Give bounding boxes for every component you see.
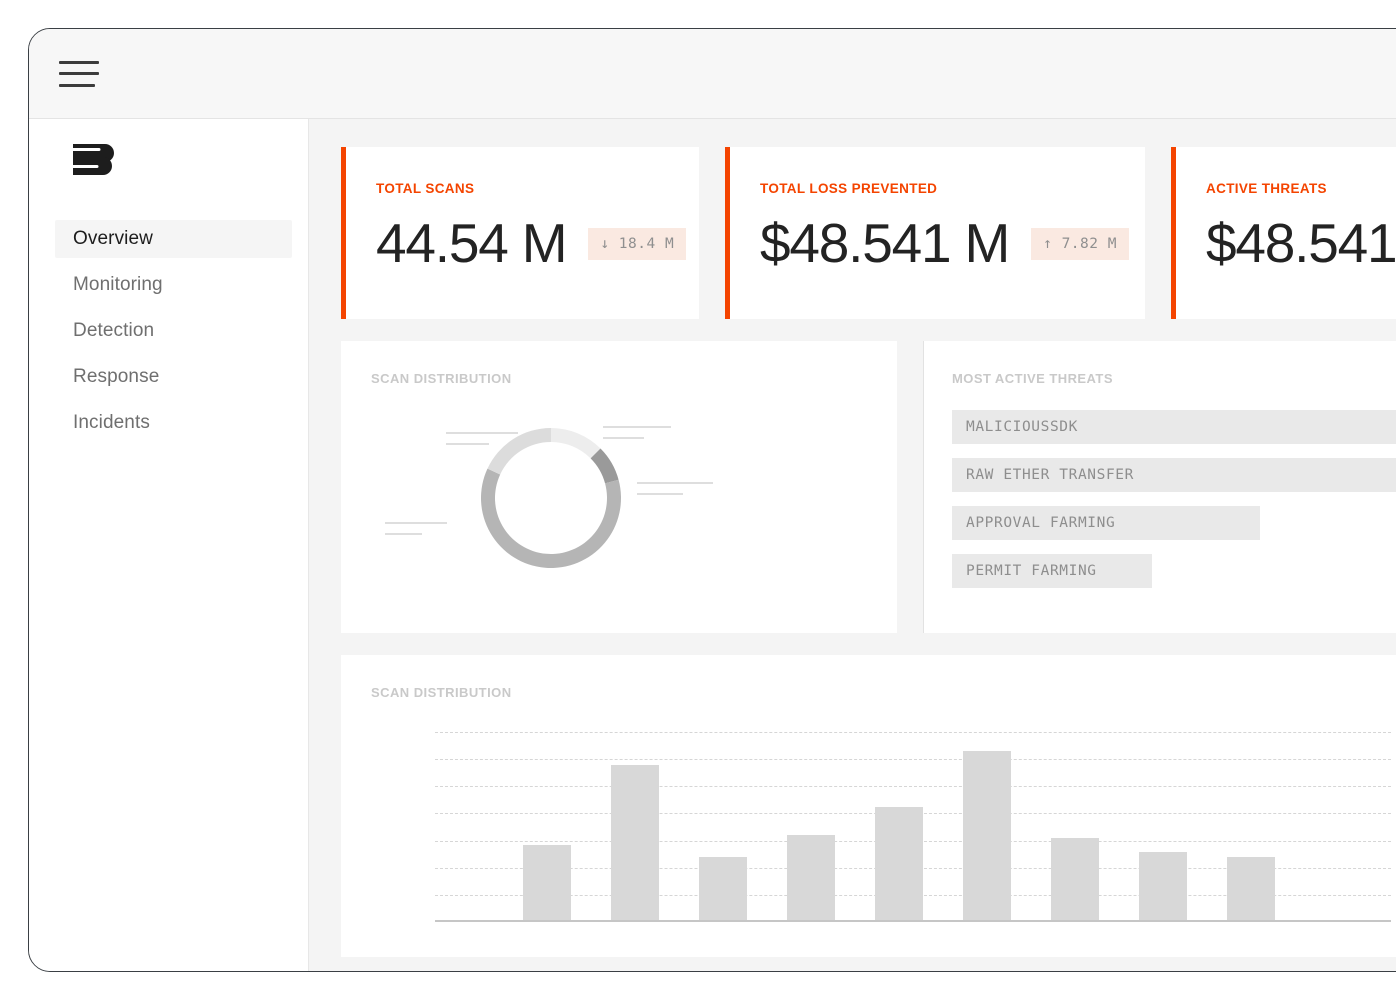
kpi-delta-badge: ↓ 18.4 M [588, 228, 686, 260]
skeleton-line [385, 533, 422, 535]
app-window: Overview Monitoring Detection Response I… [28, 28, 1396, 972]
hamburger-icon[interactable] [59, 61, 99, 87]
sidebar-item-label: Response [73, 366, 159, 388]
sidebar-item-overview[interactable]: Overview [55, 220, 292, 258]
bar[interactable] [963, 751, 1011, 920]
donut-chart [371, 410, 881, 626]
threat-label: PERMIT FARMING [966, 563, 1097, 579]
bar[interactable] [1227, 857, 1275, 920]
sidebar-item-detection[interactable]: Detection [55, 312, 292, 350]
donut-svg [471, 418, 631, 578]
bar[interactable] [1139, 852, 1187, 920]
kpi-row: TOTAL SCANS 44.54 M ↓ 18.4 M TOTAL LOSS … [341, 147, 1396, 319]
sigma-logo-icon[interactable] [71, 141, 308, 186]
kpi-value: 44.54 M [376, 216, 566, 271]
threat-label: RAW ETHER TRANSFER [966, 467, 1134, 483]
hamburger-line [59, 72, 99, 75]
kpi-delta-badge: ↑ 7.82 M [1031, 228, 1129, 260]
kpi-label: TOTAL SCANS [376, 181, 671, 196]
donut-segment[interactable] [481, 469, 621, 568]
threat-label: APPROVAL FARMING [966, 515, 1115, 531]
mid-row: SCAN DISTRIBUTION [341, 341, 1396, 633]
panel-title: SCAN DISTRIBUTION [371, 371, 897, 386]
kpi-label: TOTAL LOSS PREVENTED [760, 181, 1117, 196]
kpi-card-active-threats[interactable]: ACTIVE THREATS $48.541 M [1171, 147, 1396, 319]
bar[interactable] [875, 807, 923, 920]
kpi-value: $48.541 M [1206, 216, 1396, 271]
sidebar: Overview Monitoring Detection Response I… [29, 119, 309, 972]
kpi-value-row: $48.541 M ↑ 7.82 M [760, 216, 1117, 271]
hamburger-line [59, 84, 95, 87]
window-body: Overview Monitoring Detection Response I… [29, 119, 1396, 972]
bar-series [435, 732, 1391, 920]
x-axis-line [435, 920, 1391, 922]
sidebar-item-label: Detection [73, 320, 154, 342]
sidebar-item-label: Incidents [73, 412, 150, 434]
bar[interactable] [523, 845, 571, 920]
sidebar-item-incidents[interactable]: Incidents [55, 404, 292, 442]
kpi-label: ACTIVE THREATS [1206, 181, 1396, 196]
panel-title: SCAN DISTRIBUTION [371, 685, 1396, 700]
sidebar-item-monitoring[interactable]: Monitoring [55, 266, 292, 304]
kpi-value: $48.541 M [760, 216, 1009, 271]
threat-list-item[interactable]: APPROVAL FARMING [952, 506, 1260, 540]
threat-list-item[interactable]: PERMIT FARMING [952, 554, 1152, 588]
sidebar-item-label: Monitoring [73, 274, 163, 296]
threat-list-item[interactable]: RAW ETHER TRANSFER [952, 458, 1396, 492]
sidebar-nav: Overview Monitoring Detection Response I… [29, 220, 308, 442]
bar[interactable] [611, 765, 659, 920]
skeleton-line [385, 522, 447, 524]
sidebar-item-response[interactable]: Response [55, 358, 292, 396]
bar-chart [371, 732, 1391, 932]
hamburger-line [59, 61, 99, 64]
donut-segment[interactable] [551, 428, 600, 458]
kpi-card-total-loss-prevented[interactable]: TOTAL LOSS PREVENTED $48.541 M ↑ 7.82 M [725, 147, 1145, 319]
donut-label-placeholder [385, 522, 447, 535]
bar[interactable] [699, 857, 747, 920]
skeleton-line [637, 493, 683, 495]
top-bar [29, 29, 1396, 119]
scan-distribution-bar-card: SCAN DISTRIBUTION [341, 655, 1396, 957]
most-active-threats-card: MOST ACTIVE THREATS MALICIOUSSDK RAW ETH… [923, 341, 1396, 633]
donut-segment[interactable] [487, 428, 551, 474]
threat-list-item[interactable]: MALICIOUSSDK [952, 410, 1396, 444]
kpi-value-row: $48.541 M [1206, 216, 1396, 271]
kpi-value-row: 44.54 M ↓ 18.4 M [376, 216, 671, 271]
sidebar-item-label: Overview [73, 228, 153, 250]
panel-title: MOST ACTIVE THREATS [952, 371, 1396, 386]
kpi-card-total-scans[interactable]: TOTAL SCANS 44.54 M ↓ 18.4 M [341, 147, 699, 319]
donut-label-placeholder [637, 482, 713, 495]
main-content: TOTAL SCANS 44.54 M ↓ 18.4 M TOTAL LOSS … [309, 119, 1396, 972]
bar[interactable] [787, 835, 835, 920]
scan-distribution-donut-card: SCAN DISTRIBUTION [341, 341, 897, 633]
bar[interactable] [1051, 838, 1099, 920]
skeleton-line [637, 482, 713, 484]
threat-label: MALICIOUSSDK [966, 419, 1078, 435]
